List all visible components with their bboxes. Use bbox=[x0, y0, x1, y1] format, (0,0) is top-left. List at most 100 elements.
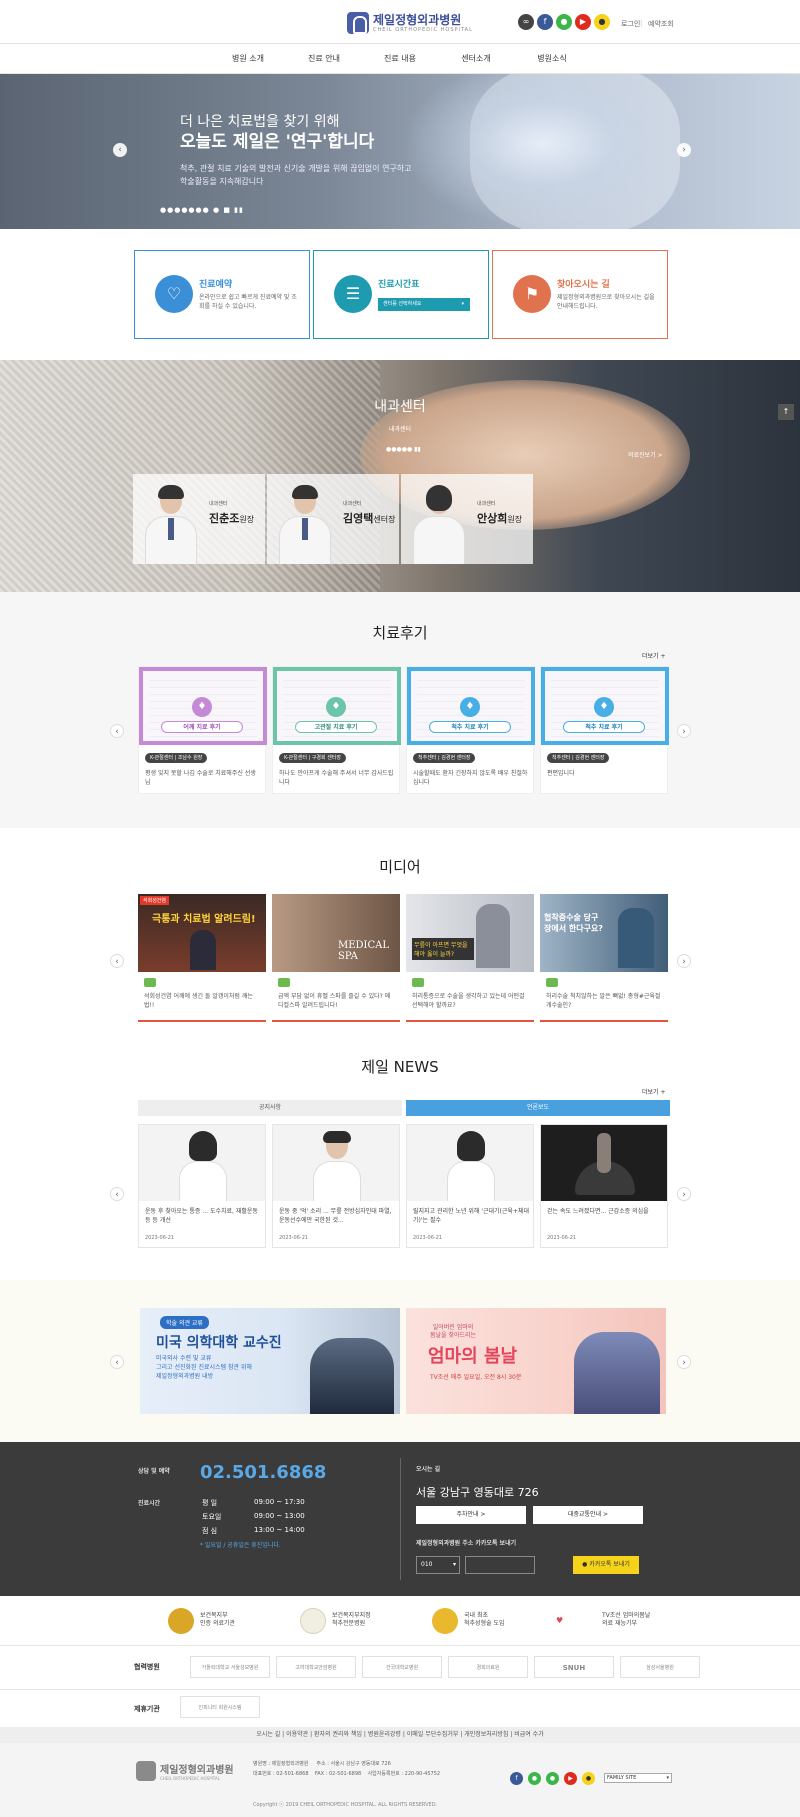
tab-press[interactable]: 언론보도 bbox=[406, 1100, 670, 1116]
hero-prev-button[interactable]: ‹ bbox=[113, 143, 127, 157]
news-next-button[interactable]: › bbox=[677, 1187, 691, 1201]
doctor-card[interactable]: 내과센터 진춘조원장 bbox=[133, 474, 265, 564]
quick-schedule[interactable]: ☰ 진료시간표 센터를 선택하세요 ▾ bbox=[313, 250, 489, 339]
review-more-link[interactable]: 더보기 + bbox=[642, 651, 666, 660]
view-doctors-link[interactable]: 의료진보기 > bbox=[628, 450, 663, 459]
review-text: 편편입니다 bbox=[547, 770, 575, 777]
partner-logo[interactable]: 경희의료원 bbox=[448, 1656, 528, 1678]
news-card[interactable]: 운동 후 찾아오는 통증 ... 도수치료, 재활운동 등 등 개선 2023-… bbox=[138, 1124, 266, 1248]
news-thumbnail bbox=[407, 1125, 533, 1201]
quick-reservation-title: 진료예약 bbox=[199, 280, 233, 290]
partner-logo[interactable]: SNUH bbox=[534, 1656, 614, 1678]
hip-icon: ♦ bbox=[326, 697, 346, 717]
kakao-icon[interactable]: ● bbox=[594, 14, 610, 30]
review-card[interactable]: ♦ 어깨 치료 후기 K-관절센터 | 조남수 원장 평생 잊지 못할 나김 수술… bbox=[138, 666, 267, 794]
group-photo bbox=[310, 1338, 394, 1414]
hero-pagination[interactable]: ●●●●●●● ● ■ ▮▮ bbox=[160, 206, 244, 214]
map-icon: ⚑ bbox=[513, 275, 551, 313]
logo-mark bbox=[347, 12, 369, 34]
nav-item-news[interactable]: 병원소식 bbox=[514, 44, 590, 73]
banner-next-button[interactable]: › bbox=[677, 1355, 691, 1369]
center-pagination[interactable]: ●●●●● ▮▮ bbox=[386, 446, 421, 453]
facebook-icon[interactable]: f bbox=[537, 14, 553, 30]
naver-talk-icon[interactable]: ● bbox=[556, 14, 572, 30]
footer-logo-title: 제일정형외과병원 bbox=[160, 1765, 234, 1776]
hero-title: 더 나은 치료법을 찾기 위해 오늘도 제일은 '연구'합니다 bbox=[180, 112, 374, 153]
academic-exchange-banner[interactable]: 학술 의견 교류 미국 의학대학 교수진 미국외사 수련 및 교류 그리고 선진화… bbox=[140, 1308, 400, 1414]
media-text: 허리통증으로 수술을 생각하고 있는데 어떤걸 선택해야 할까요? bbox=[412, 993, 525, 1009]
news-card[interactable]: 릴지지고 관리한 노년 위해 '근대기(근육+체대기)'는 필수 2023-06… bbox=[406, 1124, 534, 1248]
partner-logo[interactable]: 건국대학교병원 bbox=[362, 1656, 442, 1678]
login-link[interactable]: 로그인 bbox=[621, 19, 640, 29]
review-text: 하나도 안아프게 수술해 주셔서 너무 감사드립니다 bbox=[279, 770, 394, 786]
center-subtitle: 내과센터 bbox=[388, 426, 412, 433]
nav-item-center[interactable]: 센터소개 bbox=[438, 44, 514, 73]
reservation-check-link[interactable]: 예약조회 bbox=[648, 19, 674, 29]
doctor-card[interactable]: 내과센터 안상희원장 bbox=[401, 474, 533, 564]
transit-button[interactable]: 대중교통안내 > bbox=[533, 1506, 643, 1524]
review-card[interactable]: ♦ 척추 치료 후기 척추센터 | 김경현 센터장 편편입니다 bbox=[540, 666, 669, 794]
news-card[interactable]: 걷는 속도 느려졌다면... 근감소증 의심을 2023-06-21 bbox=[540, 1124, 668, 1248]
phone-prefix-select[interactable]: 010 ▾ bbox=[416, 1556, 460, 1574]
naver-icon[interactable]: ● bbox=[528, 1772, 541, 1785]
tv-program-banner[interactable]: 일어버린 엄마의 봄날을 찾아드리는 엄마의 봄날 TV조선 매주 일요일, 오전… bbox=[406, 1308, 666, 1414]
partner-hospitals: 협력병원 가톨릭대학교 서울성모병원 고려대학교안암병원 건국대학교병원 경희의… bbox=[0, 1646, 800, 1690]
media-card[interactable]: MEDICAL SPA 급액 부담 없이 휴멜 스파를 즐길 수 있다? 메디컬… bbox=[272, 894, 400, 1022]
hours-time: 09:00 ~ 17:30 bbox=[254, 1498, 305, 1506]
media-thumbnail: 협착증수술 당구장에서 한다구요? bbox=[540, 894, 668, 972]
banner-tag: 학술 의견 교류 bbox=[160, 1316, 209, 1329]
partner-logo[interactable]: 삼성서울병원 bbox=[620, 1656, 700, 1678]
nav-item-about[interactable]: 병원 소개 bbox=[210, 44, 286, 73]
news-card[interactable]: 운동 중 '억' 소리 ... 무릎 전방십자인대 파열, 운동선수에만 국한된… bbox=[272, 1124, 400, 1248]
talk-icon[interactable]: ● bbox=[546, 1772, 559, 1785]
youtube-icon[interactable]: ▶ bbox=[564, 1772, 577, 1785]
media-text: 석회성건염 어깨에 생긴 돌 알갱이처럼 깨는 법!! bbox=[144, 993, 253, 1009]
partner-logo[interactable]: 고려대학교안암병원 bbox=[276, 1656, 356, 1678]
tab-notice[interactable]: 공지사항 bbox=[138, 1100, 402, 1116]
media-card[interactable]: 무릎이 아프면 무엇을 해야 옳이 늘까? 허리통증으로 수술을 생각하고 있는… bbox=[406, 894, 534, 1022]
facebook-icon[interactable]: f bbox=[510, 1772, 523, 1785]
nav-item-guide[interactable]: 진료 안내 bbox=[286, 44, 362, 73]
partner-logo[interactable]: 인피니티 회원시스템 bbox=[180, 1696, 260, 1718]
hero-banner: 더 나은 치료법을 찾기 위해 오늘도 제일은 '연구'합니다 척추, 관절 치료… bbox=[0, 74, 800, 229]
review-next-button[interactable]: › bbox=[677, 724, 691, 738]
copyright: Copyright ⓒ 2019 CHEIL ORTHOPEDIC HOSPIT… bbox=[253, 1802, 438, 1808]
review-prev-button[interactable]: ‹ bbox=[110, 724, 124, 738]
logo[interactable]: 제일정형외과병원 CHEIL ORTHOPEDIC HOSPITAL bbox=[347, 12, 473, 34]
stethoscope-icon: ♡ bbox=[155, 275, 193, 313]
blog-icon[interactable]: ∞ bbox=[518, 14, 534, 30]
partner-logo[interactable]: 가톨릭대학교 서울성모병원 bbox=[190, 1656, 270, 1678]
hours-time: 13:00 ~ 14:00 bbox=[254, 1526, 305, 1534]
doctor-card[interactable]: 내과센터 김영택센터장 bbox=[267, 474, 399, 564]
review-card[interactable]: ♦ 고관절 치료 후기 K-관절센터 | 구경회 센터장 하나도 안아프게 수술해… bbox=[272, 666, 401, 794]
media-card[interactable]: 석회성건염 극통과 치료법 알려드림! 석회성건염 어깨에 생긴 돌 알갱이처럼… bbox=[138, 894, 266, 1022]
quick-directions[interactable]: ⚑ 찾아오시는 길 제일정형외과병원으로 찾아오시는 길을 안내해드립니다. bbox=[492, 250, 668, 339]
center-select[interactable]: 센터를 선택하세요 ▾ bbox=[378, 298, 470, 311]
media-prev-button[interactable]: ‹ bbox=[110, 954, 124, 968]
phone-number[interactable]: 02.501.6868 bbox=[200, 1462, 326, 1483]
media-badge: 석회성건염 bbox=[140, 896, 170, 905]
kakao-icon[interactable]: ● bbox=[582, 1772, 595, 1785]
parking-button[interactable]: 주차안내 > bbox=[416, 1506, 526, 1524]
cert-item: 국내 최초 척추성형술 도입 bbox=[432, 1608, 552, 1634]
media-headline: 극통과 치료법 알려드림! bbox=[152, 914, 256, 925]
quick-reservation[interactable]: ♡ 진료예약 온라인으로 쉽고 빠르게 진료예약 및 조회를 하실 수 있습니다… bbox=[134, 250, 310, 339]
review-card[interactable]: ♦ 척추 치료 후기 척추센터 | 김경현 센터장 시술할때도 환자 긴장하지 않… bbox=[406, 666, 535, 794]
media-next-button[interactable]: › bbox=[677, 954, 691, 968]
youtube-icon[interactable]: ▶ bbox=[575, 14, 591, 30]
phone-number-input[interactable] bbox=[465, 1556, 535, 1574]
util-divider: | bbox=[640, 19, 643, 27]
review-label: 고관절 치료 후기 bbox=[295, 721, 377, 733]
family-site-select[interactable]: FAMILY SITE ▾ bbox=[604, 1773, 672, 1783]
news-more-link[interactable]: 더보기 + bbox=[642, 1087, 666, 1096]
banner-prev-button[interactable]: ‹ bbox=[110, 1355, 124, 1369]
footer-menu[interactable]: 오시는 길 | 이용약관 | 환자의 권리와 책임 | 병원윤리강령 | 이메일… bbox=[0, 1727, 800, 1743]
review-thumbnail: ♦ 척추 치료 후기 bbox=[541, 667, 669, 745]
scroll-top-button[interactable]: ↑ bbox=[778, 404, 794, 420]
nav-item-treatment[interactable]: 진료 내용 bbox=[362, 44, 438, 73]
kakao-send-button[interactable]: ● 카카오톡 보내기 bbox=[573, 1556, 639, 1574]
media-card[interactable]: 협착증수술 당구장에서 한다구요? 허리수술 척치않하는 알은 뼈없! 총형#근… bbox=[540, 894, 668, 1022]
news-prev-button[interactable]: ‹ bbox=[110, 1187, 124, 1201]
footer-logo[interactable]: 제일정형외과병원 CHEIL ORTHOPEDIC HOSPITAL bbox=[136, 1761, 234, 1781]
hero-next-button[interactable]: › bbox=[677, 143, 691, 157]
